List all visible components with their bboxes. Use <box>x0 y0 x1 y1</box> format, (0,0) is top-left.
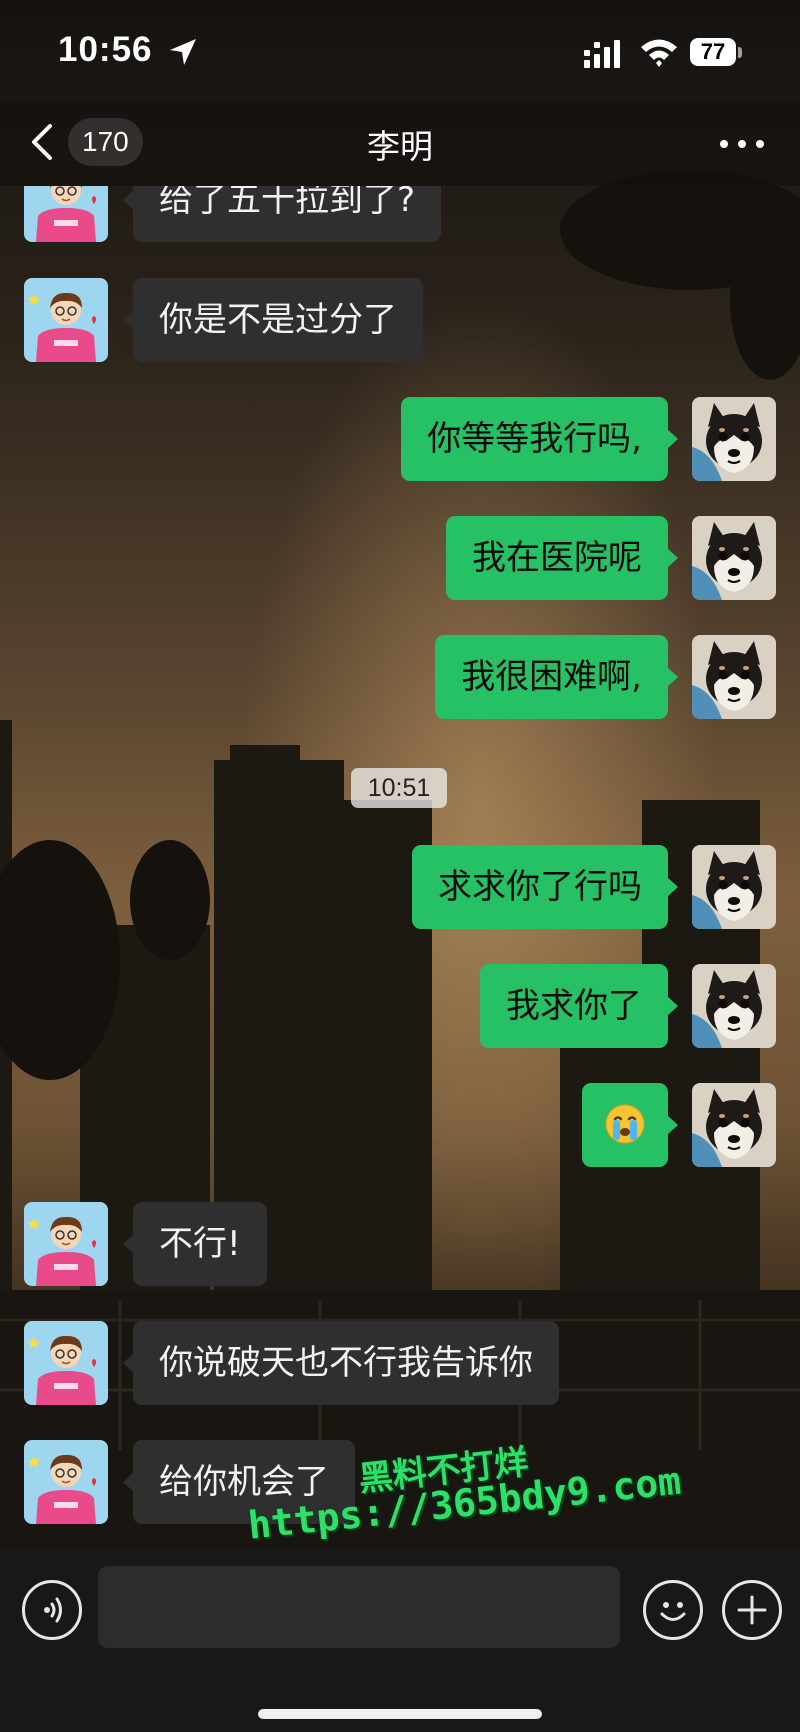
cellular-signal-icon <box>584 40 620 68</box>
status-bar: 10:56 77 <box>0 0 800 100</box>
self-avatar[interactable] <box>692 964 776 1048</box>
message-outgoing <box>0 1083 800 1167</box>
battery-level: 77 <box>690 38 736 66</box>
message-input[interactable] <box>98 1566 620 1648</box>
wifi-icon <box>641 39 677 67</box>
status-time: 10:56 <box>58 30 153 69</box>
self-avatar[interactable] <box>692 1083 776 1167</box>
message-bubble[interactable]: 你说破天也不行我告诉你 <box>123 1321 559 1405</box>
message-bubble[interactable]: 求求你了行吗 <box>412 845 678 929</box>
contact-avatar[interactable] <box>24 1440 108 1524</box>
self-avatar[interactable] <box>692 845 776 929</box>
contact-avatar[interactable] <box>24 1321 108 1405</box>
message-timestamp: 10:51 <box>351 768 447 808</box>
message-incoming: 给了五十拉到了? <box>0 186 800 242</box>
chat-title: 李明 <box>367 127 433 166</box>
contact-avatar[interactable] <box>24 278 108 362</box>
message-outgoing: 我很困难啊, <box>0 635 800 719</box>
message-outgoing: 我求你了 <box>0 964 800 1048</box>
smiley-icon <box>660 1602 686 1621</box>
crying-face-emoji <box>605 1104 645 1143</box>
message-bubble[interactable]: 我求你了 <box>480 964 678 1048</box>
emoji-message-bubble[interactable] <box>582 1083 678 1167</box>
self-avatar[interactable] <box>692 516 776 600</box>
emoji-button[interactable] <box>643 1580 703 1640</box>
contact-avatar[interactable] <box>24 186 108 242</box>
message-incoming: 你是不是过分了 <box>0 278 800 362</box>
message-outgoing: 你等等我行吗, <box>0 397 800 481</box>
contact-avatar[interactable] <box>24 1202 108 1286</box>
voice-wave-icon <box>44 1597 62 1623</box>
message-outgoing: 我在医院呢 <box>0 516 800 600</box>
add-attachment-button[interactable] <box>722 1580 782 1640</box>
message-bubble[interactable]: 给了五十拉到了? <box>122 186 442 242</box>
message-incoming: 你说破天也不行我告诉你 <box>0 1321 800 1405</box>
message-outgoing: 求求你了行吗 <box>0 845 800 929</box>
message-bubble[interactable]: 不行! <box>123 1202 267 1286</box>
input-bar <box>0 1548 800 1732</box>
self-avatar[interactable] <box>692 635 776 719</box>
battery-icon: 77 <box>690 38 744 68</box>
message-incoming: 不行! <box>0 1202 800 1286</box>
home-indicator[interactable] <box>258 1709 542 1719</box>
self-avatar[interactable] <box>692 397 776 481</box>
message-list[interactable]: 给了五十拉到了? 你是不是过分了 你等等我行吗, 我在医院呢 我很困难啊, 10… <box>0 186 800 1546</box>
message-bubble[interactable]: 你等等我行吗, <box>401 397 678 481</box>
plus-icon <box>737 1595 767 1625</box>
location-arrow-icon <box>170 39 196 65</box>
voice-input-button[interactable] <box>22 1580 82 1640</box>
message-bubble[interactable]: 你是不是过分了 <box>123 278 423 362</box>
chat-header: 170 李明 <box>0 100 800 186</box>
message-bubble[interactable]: 我很困难啊, <box>435 635 678 719</box>
more-options-button[interactable] <box>718 128 766 158</box>
message-bubble[interactable]: 我在医院呢 <box>446 516 678 600</box>
